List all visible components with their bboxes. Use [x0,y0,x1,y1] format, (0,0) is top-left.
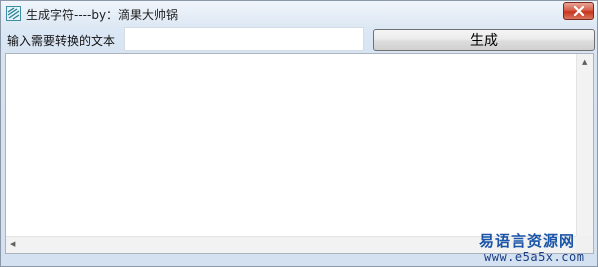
output-textarea[interactable] [6,54,575,239]
window-title: 生成字符----by：滴果大帅锅 [26,8,179,22]
vertical-scrollbar[interactable]: ▲ [576,54,593,236]
title-bar[interactable]: 生成字符----by：滴果大帅锅 [1,1,597,27]
main-window: 生成字符----by：滴果大帅锅 输入需要转换的文本 生成 ▲ ◀ 易语言资源网… [0,0,598,267]
input-label: 输入需要转换的文本 [7,34,116,48]
close-button[interactable] [563,2,594,20]
output-panel: ▲ ◀ [5,53,594,254]
scroll-up-icon[interactable]: ▲ [582,59,587,66]
close-icon [573,6,585,16]
generate-button[interactable]: 生成 [373,29,595,51]
app-icon [6,6,21,21]
watermark-url: www.e5a5x.com [484,250,585,264]
text-input[interactable] [124,27,364,51]
scroll-left-icon[interactable]: ◀ [10,241,15,248]
watermark-name: 易语言资源网 [479,232,576,250]
